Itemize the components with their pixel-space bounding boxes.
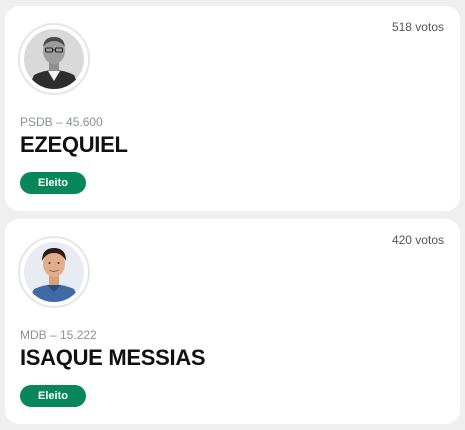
status-badge: Eleito [20, 385, 86, 407]
candidate-card[interactable]: 518 votos PSDB – 45.600 EZEQUIEL Eleito [5, 6, 460, 211]
vote-count: 518 votos [391, 20, 444, 34]
vote-count: 420 votos [391, 233, 444, 247]
party-number: PSDB – 45.600 [20, 115, 103, 129]
candidate-name: EZEQUIEL [20, 132, 128, 157]
candidate-photo [24, 29, 84, 89]
status-badge: Eleito [20, 172, 86, 194]
avatar [18, 236, 90, 308]
candidate-card[interactable]: 420 votos MDB – 15.222 ISAQUE MESSIAS El… [5, 219, 460, 424]
candidate-photo [24, 242, 84, 302]
avatar [18, 23, 90, 95]
party-number: MDB – 15.222 [20, 328, 97, 342]
candidate-name: ISAQUE MESSIAS [20, 345, 206, 370]
